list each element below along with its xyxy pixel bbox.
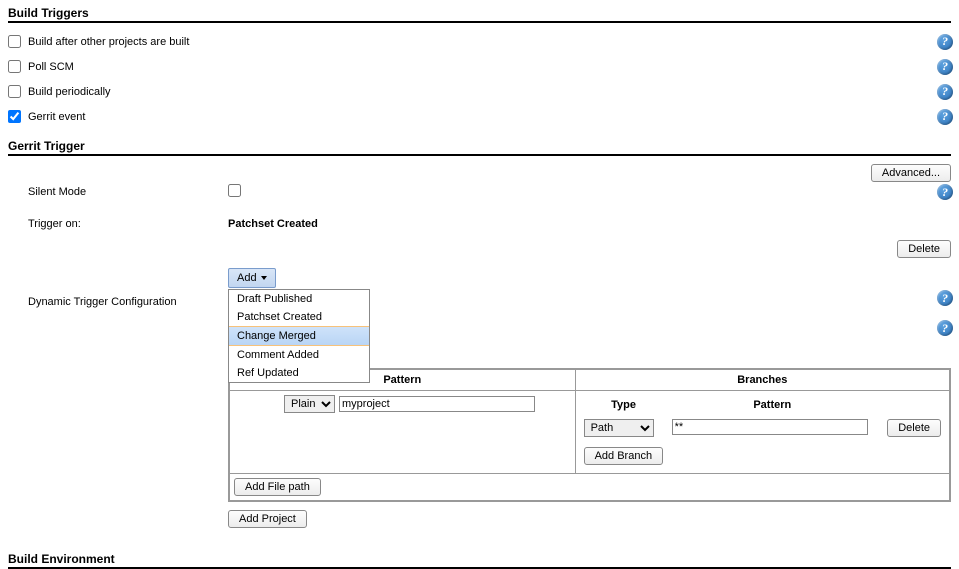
trigger-periodic-row: Build periodically ? (8, 79, 951, 104)
add-file-path-button[interactable]: Add File path (234, 478, 321, 496)
section-build-environment: Build Environment (8, 550, 951, 569)
trigger-poll-scm-checkbox[interactable] (8, 60, 21, 73)
help-icon[interactable]: ? (937, 184, 953, 200)
trigger-gerrit-label: Gerrit event (28, 111, 951, 123)
gerrit-trigger-body: Advanced... Silent Mode ? Trigger on: Pa… (8, 156, 951, 546)
help-icon[interactable]: ? (937, 34, 953, 50)
dropdown-item-comment-added[interactable]: Comment Added (229, 346, 369, 364)
dropdown-item-ref-updated[interactable]: Ref Updated (229, 364, 369, 382)
project-pattern-input[interactable] (339, 396, 535, 412)
help-icon[interactable]: ? (937, 320, 953, 336)
branch-col-pattern: Pattern (668, 395, 877, 415)
trigger-build-after-row: Build after other projects are built ? (8, 29, 951, 54)
silent-mode-checkbox[interactable] (228, 184, 241, 197)
trigger-poll-scm-row: Poll SCM ? (8, 54, 951, 79)
section-gerrit-trigger: Gerrit Trigger (8, 137, 951, 156)
help-icon[interactable]: ? (937, 84, 953, 100)
add-branch-button[interactable]: Add Branch (584, 447, 663, 465)
trigger-on-value: Patchset Created (228, 218, 951, 230)
trigger-poll-scm-label: Poll SCM (28, 61, 951, 73)
branch-type-select[interactable]: Path (584, 419, 654, 437)
branch-delete-button[interactable]: Delete (887, 419, 941, 437)
trigger-build-after-checkbox[interactable] (8, 35, 21, 48)
add-project-button[interactable]: Add Project (228, 510, 307, 528)
help-icon[interactable]: ? (937, 109, 953, 125)
silent-mode-row: Silent Mode ? (8, 178, 951, 206)
trigger-build-after-label: Build after other projects are built (28, 36, 951, 48)
branch-pattern-input[interactable] (672, 419, 868, 435)
project-table-wrap: Pattern Branches Plain (228, 368, 951, 502)
add-trigger-dropdown: Draft Published Patchset Created Change … (228, 289, 370, 383)
trigger-periodic-checkbox[interactable] (8, 85, 21, 98)
add-trigger-button[interactable]: Add (228, 268, 276, 288)
branch-row: Path Delete (580, 415, 945, 441)
build-triggers-list: Build after other projects are built ? P… (8, 23, 951, 133)
trigger-on-row: Trigger on: Patchset Created (8, 212, 951, 236)
branch-col-type: Type (580, 395, 668, 415)
chevron-down-icon (261, 276, 267, 280)
add-trigger-row: Dynamic Trigger Configuration Add Draft … (8, 262, 951, 546)
col-branches: Branches (575, 370, 949, 391)
help-icon[interactable]: ? (937, 290, 953, 306)
dropdown-item-change-merged[interactable]: Change Merged (229, 326, 369, 346)
project-type-select[interactable]: Plain (284, 395, 335, 413)
trigger-on-label: Trigger on: (8, 218, 228, 230)
dropdown-item-draft-published[interactable]: Draft Published (229, 290, 369, 308)
help-icon[interactable]: ? (937, 59, 953, 75)
dynamic-trigger-config-label: Dynamic Trigger Configuration (8, 268, 228, 308)
delete-trigger-button[interactable]: Delete (897, 240, 951, 258)
trigger-periodic-label: Build periodically (28, 86, 951, 98)
project-table: Pattern Branches Plain (229, 369, 950, 501)
trigger-gerrit-checkbox[interactable] (8, 110, 21, 123)
project-row: Plain Type Pattern (230, 391, 950, 474)
dropdown-item-patchset-created[interactable]: Patchset Created (229, 308, 369, 326)
silent-mode-label: Silent Mode (8, 186, 228, 198)
section-build-triggers: Build Triggers (8, 4, 951, 23)
add-trigger-label: Add (237, 272, 257, 284)
trigger-gerrit-row: Gerrit event ? (8, 104, 951, 129)
